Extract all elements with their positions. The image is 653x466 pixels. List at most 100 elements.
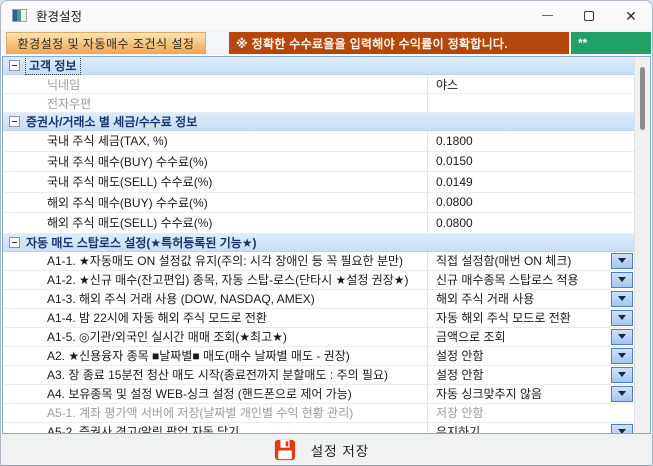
setting-value[interactable]: 0.0800 (428, 193, 634, 213)
collapse-minus-icon[interactable] (9, 237, 20, 248)
setting-label: 국내 주식 매도(SELL) 수수료(%) (3, 172, 428, 192)
setting-value[interactable]: 금액으로 조회 (428, 328, 611, 346)
chevron-down-icon (618, 258, 626, 263)
setting-label: A1-2. ★신규 매수(잔고편입) 종목, 자동 스탑-로스(단타시 ★설정 … (3, 271, 428, 289)
setting-label: A1-4. 밤 22시에 자동 해외 주식 모드로 전환 (3, 309, 428, 327)
dropdown-button[interactable] (611, 367, 633, 383)
setting-label: 해외 주식 매수(BUY) 수수료(%) (3, 193, 428, 213)
setting-value[interactable]: 해외 주식 거래 사용 (428, 290, 611, 308)
vertical-scrollbar[interactable] (634, 57, 650, 433)
setting-label: A2. ★신용융자 종목 ■날짜별■ 매도(매수 날짜별 매도 - 권장) (3, 347, 428, 365)
maximize-icon (584, 11, 594, 21)
setting-label: A1-1. ★자동매도 ON 설정값 유지(주의: 시각 장애인 등 꼭 필요한… (3, 252, 428, 270)
chevron-down-icon (618, 429, 626, 433)
setting-label: A5-1. 계좌 평가액 서버에 저장(날짜별 개인별 수익 현황 관리) (3, 404, 428, 422)
save-button-label: 설정 저장 (311, 440, 369, 460)
save-settings-button[interactable]: 설정 저장 (274, 439, 369, 461)
table-row: 해외 주식 매수(BUY) 수수료(%)0.0800 (3, 193, 634, 214)
chevron-down-icon (618, 296, 626, 301)
table-row: A5-2. 증권사 경고/알림 팝업 자동 닫기유지하기 (3, 423, 634, 434)
setting-label: A1-3. 해외 주식 거래 사용 (DOW, NASDAQ, AMEX) (3, 290, 428, 308)
setting-label: 국내 주식 세금(TAX, %) (3, 131, 428, 151)
setting-value[interactable]: 야스 (428, 75, 634, 93)
setting-value[interactable] (428, 94, 634, 112)
footer-bar: 설정 저장 (1, 434, 652, 465)
section-header[interactable]: 자동 매도 스탑로스 설정(★특허등록된 기능★) (3, 234, 634, 252)
header-strip: 환경설정 및 자동매수 조건식 설정 ※ 정확한 수수료율을 입력해야 수익률이… (1, 30, 652, 55)
dropdown-button[interactable] (611, 424, 633, 434)
section-title: 고객 정보 (26, 57, 80, 74)
collapse-minus-icon[interactable] (9, 116, 20, 127)
collapse-minus-icon[interactable] (9, 60, 20, 71)
dropdown-button[interactable] (611, 348, 633, 364)
grid-content: 고객 정보닉네임야스전자우편증권사/거래소 별 세금/수수료 정보국내 주식 세… (3, 57, 634, 433)
setting-label: A3. 장 종료 15분전 청산 매도 시작(종료전까지 분할매도 : 주의 필… (3, 366, 428, 384)
table-row: A1-1. ★자동매도 ON 설정값 유지(주의: 시각 장애인 등 꼭 필요한… (3, 252, 634, 271)
settings-grid: 고객 정보닉네임야스전자우편증권사/거래소 별 세금/수수료 정보국내 주식 세… (2, 56, 651, 434)
close-icon: ✕ (625, 9, 637, 23)
table-row: A3. 장 종료 15분전 청산 매도 시작(종료전까지 분할매도 : 주의 필… (3, 366, 634, 385)
settings-window: 환경설정 ✕ 환경설정 및 자동매수 조건식 설정 ※ 정확한 수수료율을 입력… (0, 0, 653, 466)
minimize-icon (542, 15, 553, 16)
table-row: A5-1. 계좌 평가액 서버에 저장(날짜별 개인별 수익 현황 관리)저장 … (3, 404, 634, 423)
setting-label: A4. 보유종목 및 설정 WEB-싱크 설정 (핸드폰으로 제어 가능) (3, 385, 428, 403)
setting-label: 닉네임 (3, 75, 428, 93)
setting-value[interactable]: 유지하기 (428, 423, 611, 434)
chevron-down-icon (618, 391, 626, 396)
dropdown-button[interactable] (611, 253, 633, 269)
setting-value[interactable]: 0.0149 (428, 172, 634, 192)
chevron-down-icon (618, 372, 626, 377)
minimize-button[interactable] (526, 1, 568, 30)
table-row: 닉네임야스 (3, 75, 634, 94)
chevron-down-icon (618, 334, 626, 339)
section-header[interactable]: 증권사/거래소 별 세금/수수료 정보 (3, 113, 634, 131)
save-floppy-icon (274, 439, 296, 461)
table-row: 국내 주식 매도(SELL) 수수료(%)0.0149 (3, 172, 634, 193)
window-title: 환경설정 (36, 6, 82, 25)
setting-label: 해외 주식 매도(SELL) 수수료(%) (3, 213, 428, 233)
table-row: A4. 보유종목 및 설정 WEB-싱크 설정 (핸드폰으로 제어 가능)자동 … (3, 385, 634, 404)
table-row: A2. ★신용융자 종목 ■날짜별■ 매도(매수 날짜별 매도 - 권장)설정 … (3, 347, 634, 366)
maximize-button[interactable] (568, 1, 610, 30)
setting-value[interactable]: 자동 해외 주식 모드로 전환 (428, 309, 611, 327)
setting-value[interactable]: 자동 싱크맞추지 않음 (428, 385, 611, 403)
chevron-down-icon (618, 277, 626, 282)
dropdown-button[interactable] (611, 310, 633, 326)
status-badge: ** (571, 32, 651, 54)
tab-settings[interactable]: 환경설정 및 자동매수 조건식 설정 (6, 32, 206, 54)
table-row: 국내 주식 세금(TAX, %)0.1800 (3, 131, 634, 152)
table-row: 국내 주식 매수(BUY) 수수료(%)0.0150 (3, 152, 634, 173)
chevron-down-icon (618, 315, 626, 320)
dropdown-button[interactable] (611, 386, 633, 402)
section-title: 자동 매도 스탑로스 설정(★특허등록된 기능★) (26, 234, 257, 251)
setting-value[interactable]: 설정 안함 (428, 347, 611, 365)
setting-value: 저장 안함 (428, 404, 634, 422)
section-header[interactable]: 고객 정보 (3, 57, 634, 75)
setting-value[interactable]: 0.0800 (428, 213, 634, 233)
setting-value[interactable]: 0.1800 (428, 131, 634, 151)
setting-label: A5-2. 증권사 경고/알림 팝업 자동 닫기 (3, 423, 428, 434)
app-icon (12, 9, 27, 22)
dropdown-button[interactable] (611, 272, 633, 288)
setting-label: 전자우편 (3, 94, 428, 112)
close-button[interactable]: ✕ (610, 1, 652, 30)
table-row: 해외 주식 매도(SELL) 수수료(%)0.0800 (3, 213, 634, 234)
fee-warning-banner: ※ 정확한 수수료율을 입력해야 수익률이 정확합니다. (229, 32, 569, 54)
setting-value[interactable]: 0.0150 (428, 152, 634, 172)
dropdown-button[interactable] (611, 329, 633, 345)
titlebar: 환경설정 ✕ (1, 1, 652, 30)
dropdown-button[interactable] (611, 291, 633, 307)
scrollbar-thumb[interactable] (640, 67, 645, 130)
section-title: 증권사/거래소 별 세금/수수료 정보 (26, 113, 197, 130)
chevron-down-icon (618, 353, 626, 358)
table-row: A1-5. ◎기관/외국인 실시간 매매 조회(★최고★)금액으로 조회 (3, 328, 634, 347)
table-row: A1-4. 밤 22시에 자동 해외 주식 모드로 전환자동 해외 주식 모드로… (3, 309, 634, 328)
setting-value[interactable]: 직접 설정함(매번 ON 체크) (428, 252, 611, 270)
setting-label: 국내 주식 매수(BUY) 수수료(%) (3, 152, 428, 172)
table-row: A1-3. 해외 주식 거래 사용 (DOW, NASDAQ, AMEX)해외 … (3, 290, 634, 309)
setting-value[interactable]: 설정 안함 (428, 366, 611, 384)
table-row: A1-2. ★신규 매수(잔고편입) 종목, 자동 스탑-로스(단타시 ★설정 … (3, 271, 634, 290)
table-row: 전자우편 (3, 94, 634, 113)
setting-value[interactable]: 신규 매수종목 스탑로스 적용 (428, 271, 611, 289)
setting-label: A1-5. ◎기관/외국인 실시간 매매 조회(★최고★) (3, 328, 428, 346)
